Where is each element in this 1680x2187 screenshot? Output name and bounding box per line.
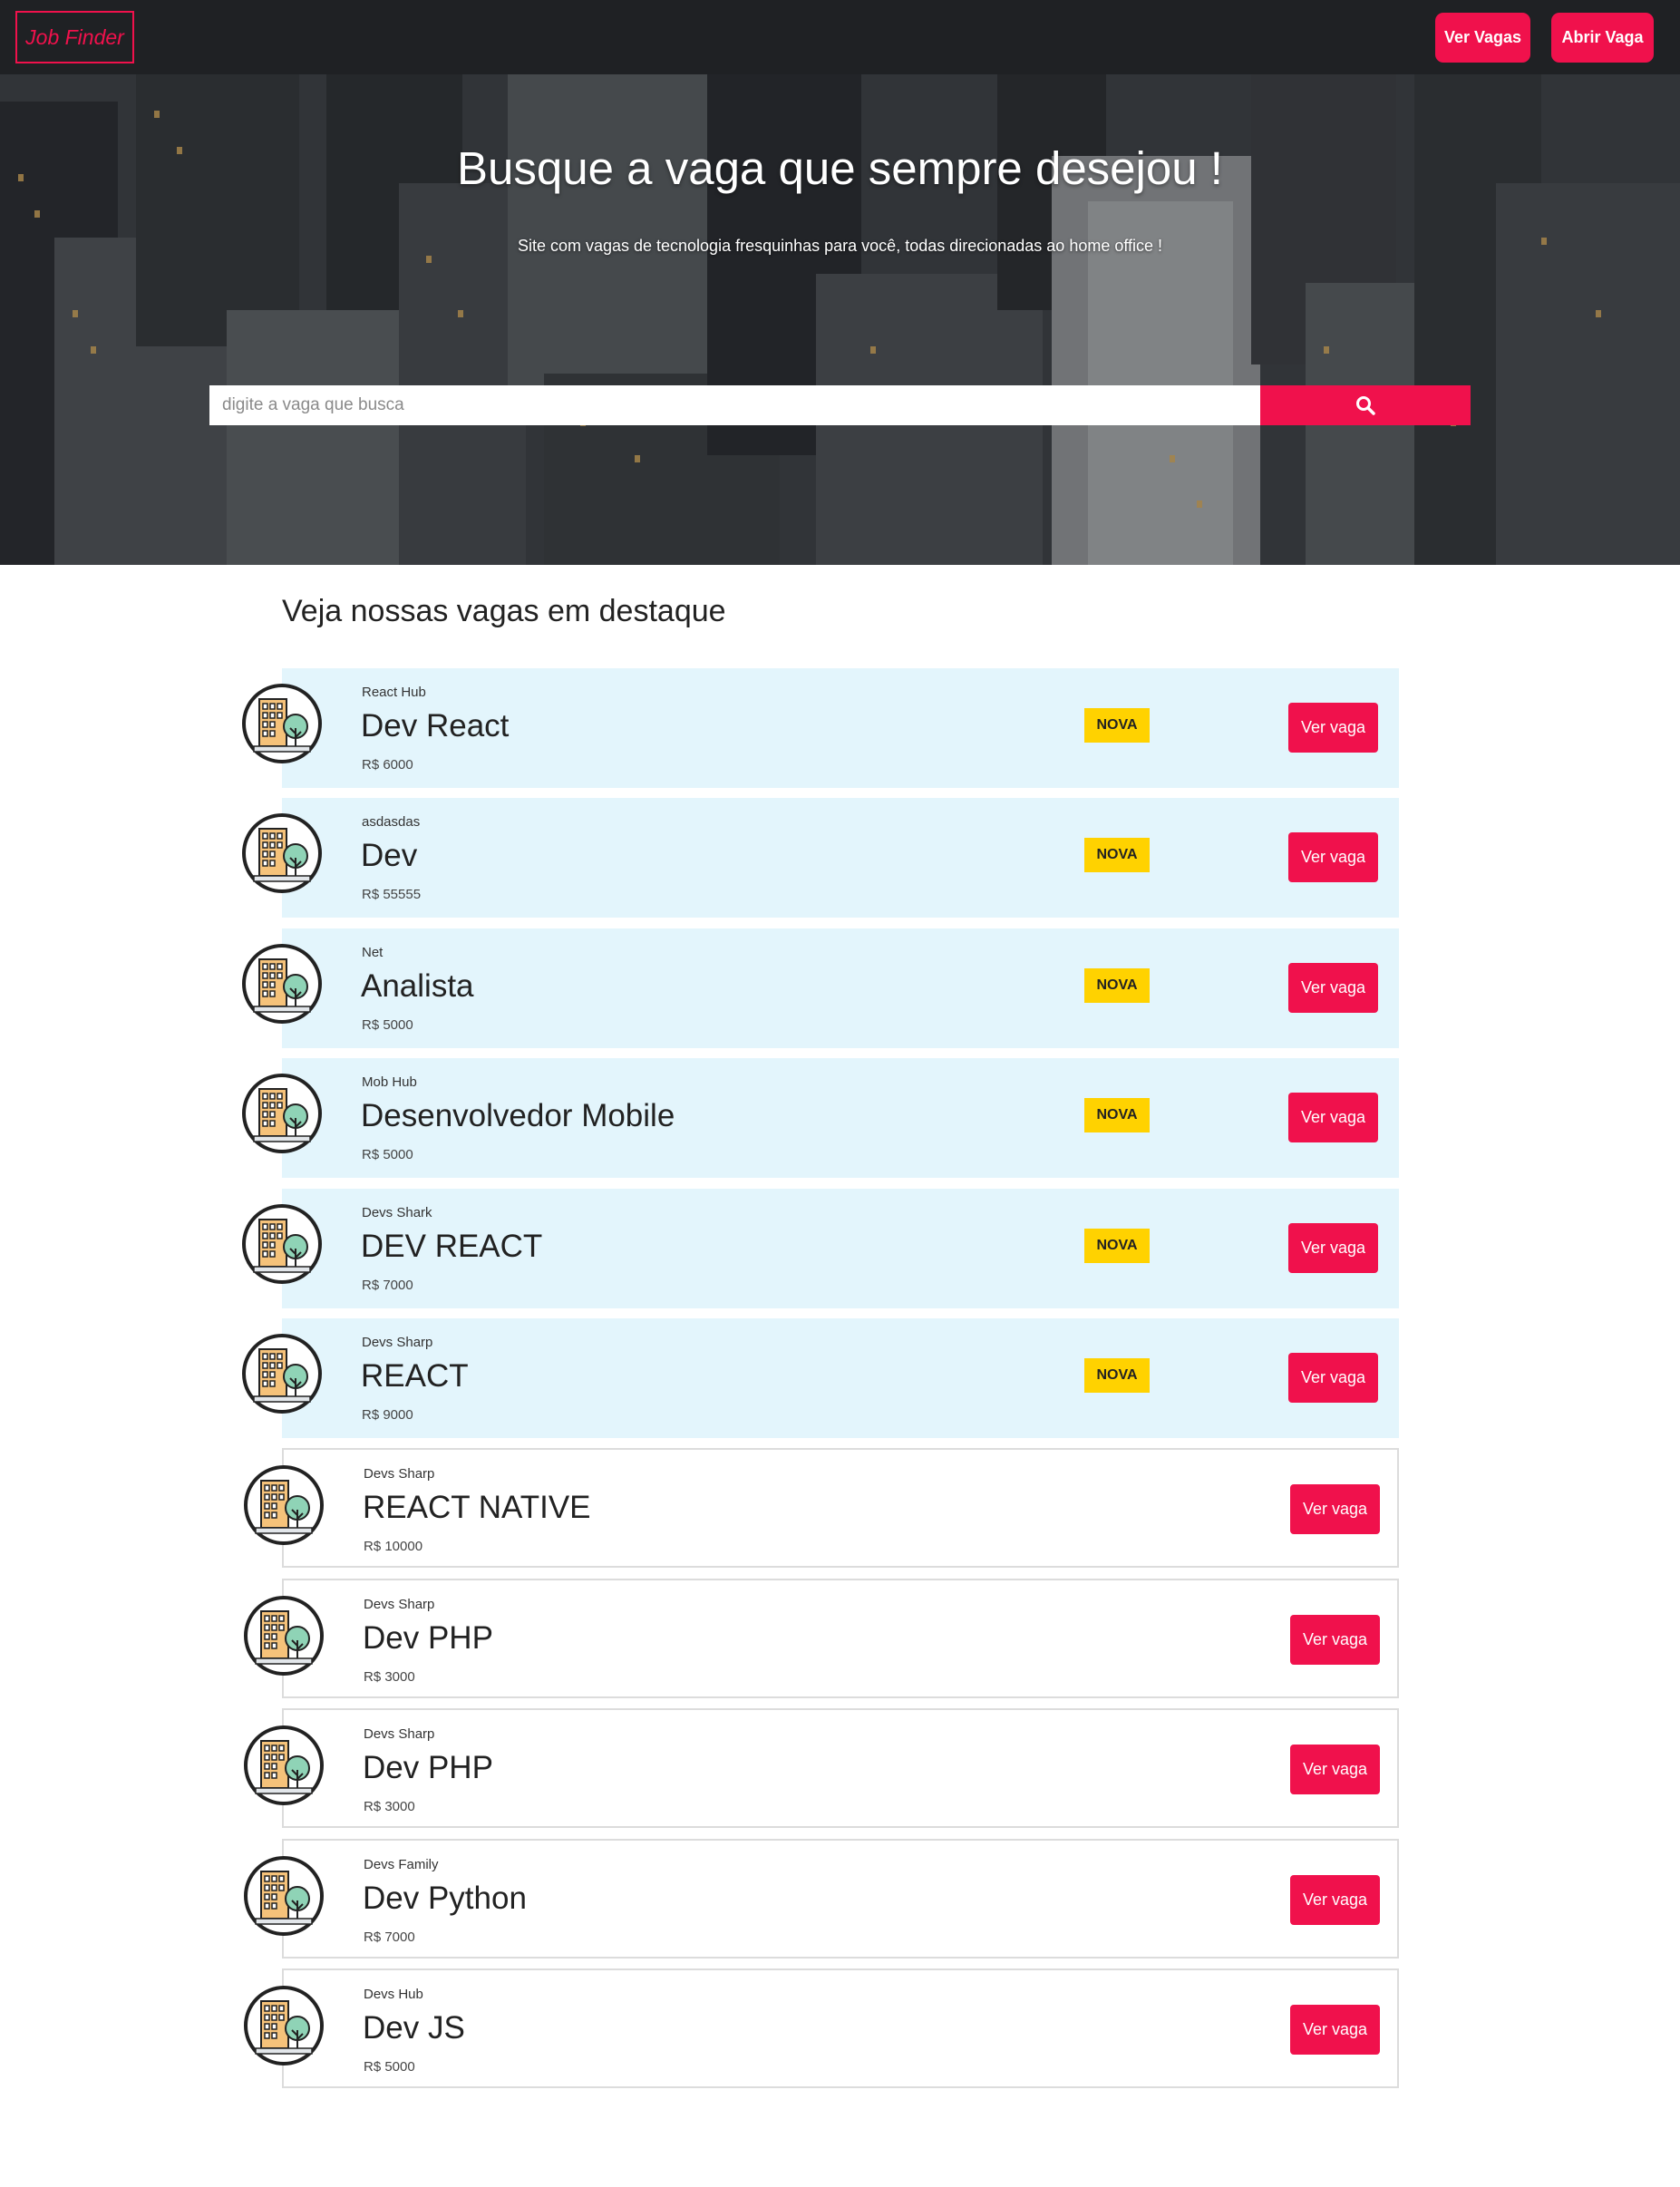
job-salary: R$ 3000: [364, 1669, 415, 1685]
new-badge: NOVA: [1084, 1358, 1150, 1393]
job-company: Mob Hub: [362, 1074, 417, 1090]
ver-vaga-button[interactable]: Ver vaga: [1290, 1875, 1380, 1925]
job-title: REACT: [361, 1358, 469, 1394]
building-tree-icon: [243, 1855, 325, 1937]
job-title: Dev PHP: [363, 1750, 493, 1785]
job-salary: R$ 5000: [364, 2059, 415, 2075]
building-tree-icon: [241, 1203, 323, 1285]
building-tree-icon: [243, 1595, 325, 1677]
ver-vaga-button[interactable]: Ver vaga: [1288, 1353, 1378, 1403]
ver-vaga-button[interactable]: Ver vaga: [1288, 1093, 1378, 1142]
job-title: DEV REACT: [361, 1229, 543, 1264]
search-button[interactable]: [1260, 385, 1471, 425]
job-card: Devs Sharp REACT NATIVE R$ 10000 Ver vaga: [244, 1448, 1399, 1568]
new-badge: NOVA: [1084, 1098, 1150, 1132]
job-title: Dev PHP: [363, 1620, 493, 1656]
section-title: Veja nossas vagas em destaque: [282, 594, 726, 628]
job-card: Devs Hub Dev JS R$ 5000 Ver vaga: [244, 1968, 1399, 2088]
building-tree-icon: [241, 812, 323, 894]
new-badge: NOVA: [1084, 1229, 1150, 1263]
new-badge: NOVA: [1084, 708, 1150, 743]
navbar: Job Finder Ver Vagas Abrir Vaga: [0, 0, 1680, 74]
job-salary: R$ 55555: [362, 887, 422, 902]
job-company: Devs Sharp: [362, 1335, 433, 1350]
job-title: Dev React: [361, 708, 510, 744]
building-tree-icon: [243, 1985, 325, 2066]
job-card: Devs Sharp Dev PHP R$ 3000 Ver vaga: [244, 1708, 1399, 1828]
job-title: Dev JS: [363, 2010, 465, 2046]
job-title: REACT NATIVE: [363, 1490, 591, 1525]
building-tree-icon: [241, 1333, 323, 1414]
job-salary: R$ 7000: [364, 1929, 415, 1945]
new-badge: NOVA: [1084, 838, 1150, 872]
job-title: Dev: [361, 838, 418, 873]
job-salary: R$ 10000: [364, 1539, 423, 1554]
building-tree-icon: [241, 683, 323, 764]
ver-vaga-button[interactable]: Ver vaga: [1290, 1745, 1380, 1794]
job-salary: R$ 3000: [364, 1799, 415, 1814]
job-company: Devs Hub: [364, 1987, 423, 2002]
job-company: Net: [362, 945, 384, 960]
ver-vaga-button[interactable]: Ver vaga: [1290, 1484, 1380, 1534]
job-salary: R$ 6000: [362, 757, 413, 773]
building-tree-icon: [241, 943, 323, 1025]
search-input[interactable]: [209, 385, 1260, 425]
hero-title: Busque a vaga que sempre desejou !: [457, 142, 1223, 194]
ver-vaga-button[interactable]: Ver vaga: [1290, 1615, 1380, 1665]
job-title: Dev Python: [363, 1881, 527, 1916]
hero-subtitle: Site com vagas de tecnologia fresquinhas…: [517, 237, 1163, 255]
job-card: Net Analista R$ 5000 NOVA Ver vaga: [242, 928, 1399, 1048]
job-company: Devs Sharp: [364, 1597, 435, 1612]
search-icon: [1356, 396, 1375, 415]
job-salary: R$ 7000: [362, 1278, 413, 1293]
job-company: Devs Family: [364, 1857, 439, 1872]
job-company: asdasdas: [362, 814, 421, 830]
job-title: Desenvolvedor Mobile: [361, 1098, 675, 1133]
job-company: Devs Shark: [362, 1205, 432, 1220]
job-card: React Hub Dev React R$ 6000 NOVA Ver vaga: [242, 668, 1399, 788]
ver-vagas-button[interactable]: Ver Vagas: [1435, 13, 1530, 63]
new-badge: NOVA: [1084, 968, 1150, 1003]
ver-vaga-button[interactable]: Ver vaga: [1290, 2005, 1380, 2055]
job-card: Devs Shark DEV REACT R$ 7000 NOVA Ver vaga: [242, 1189, 1399, 1308]
job-card: asdasdas Dev R$ 55555 NOVA Ver vaga: [242, 798, 1399, 918]
job-card: Mob Hub Desenvolvedor Mobile R$ 5000 NOVA Ve…: [242, 1058, 1399, 1178]
job-card: Devs Sharp REACT R$ 9000 NOVA Ver vaga: [242, 1318, 1399, 1438]
brand-logo[interactable]: Job Finder: [15, 11, 134, 63]
job-salary: R$ 9000: [362, 1407, 413, 1423]
job-title: Analista: [361, 968, 474, 1004]
ver-vaga-button[interactable]: Ver vaga: [1288, 703, 1378, 753]
ver-vaga-button[interactable]: Ver vaga: [1288, 1223, 1378, 1273]
building-tree-icon: [241, 1073, 323, 1154]
abrir-vaga-button[interactable]: Abrir Vaga: [1551, 13, 1654, 63]
hero-banner: Busque a vaga que sempre desejou ! Site …: [0, 74, 1680, 565]
job-card: Devs Sharp Dev PHP R$ 3000 Ver vaga: [244, 1579, 1399, 1698]
job-company: Devs Sharp: [364, 1726, 435, 1742]
job-salary: R$ 5000: [362, 1017, 413, 1033]
job-company: Devs Sharp: [364, 1466, 435, 1482]
building-tree-icon: [243, 1464, 325, 1546]
job-salary: R$ 5000: [362, 1147, 413, 1162]
building-tree-icon: [243, 1725, 325, 1806]
job-company: React Hub: [362, 685, 426, 700]
job-card: Devs Family Dev Python R$ 7000 Ver vaga: [244, 1839, 1399, 1959]
ver-vaga-button[interactable]: Ver vaga: [1288, 832, 1378, 882]
ver-vaga-button[interactable]: Ver vaga: [1288, 963, 1378, 1013]
